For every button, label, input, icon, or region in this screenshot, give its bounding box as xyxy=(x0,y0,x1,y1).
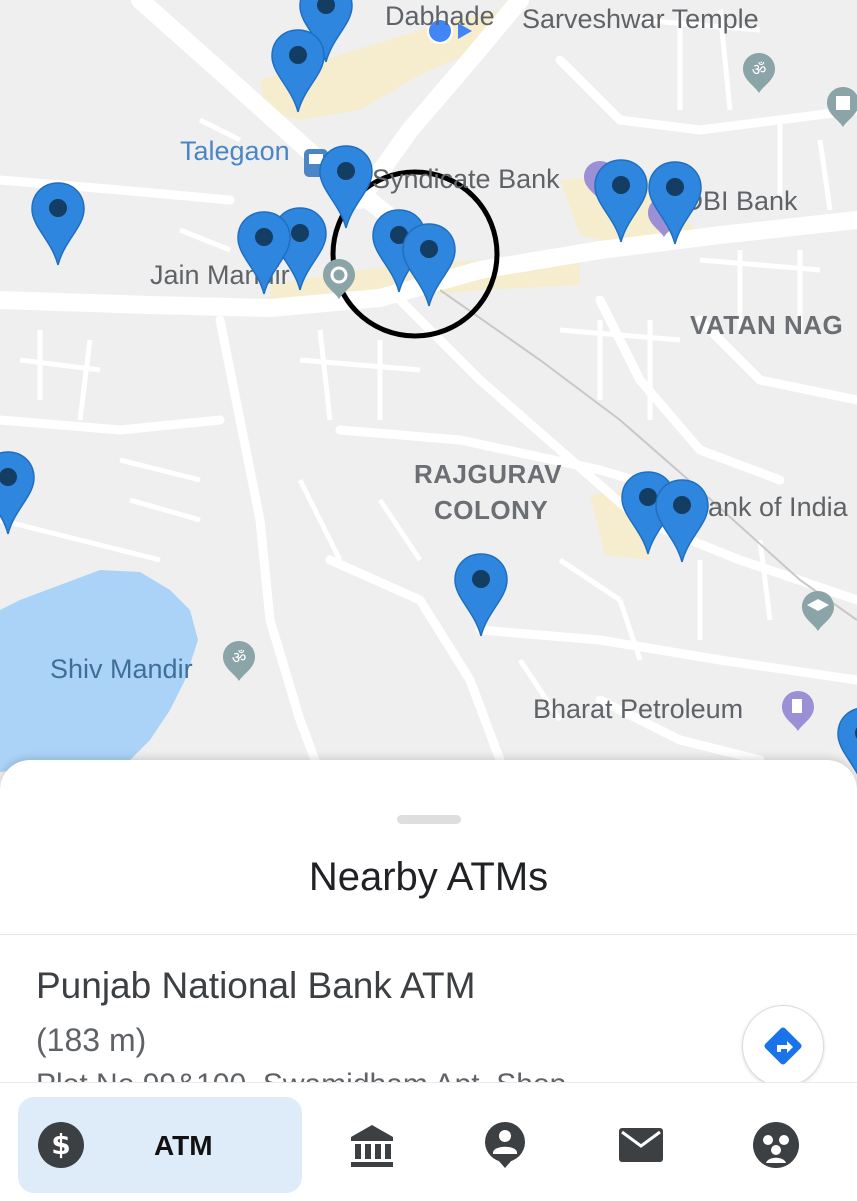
tab-atm[interactable]: $ ATM xyxy=(18,1097,302,1193)
temple-poi-icon-2[interactable]: ॐ xyxy=(222,640,256,682)
map-label-sarveshwar-temple[interactable]: Sarveshwar Temple xyxy=(522,6,759,33)
map-label-colony: COLONY xyxy=(434,495,549,525)
map-label-shiv-mandir[interactable]: Shiv Mandir xyxy=(50,656,193,683)
tab-atm-label: ATM xyxy=(154,1130,213,1161)
tab-community[interactable] xyxy=(734,1097,818,1193)
sheet-title: Nearby ATMs xyxy=(308,855,549,899)
atm-address: Plot No 99&100, Swamidham Apt, Shop xyxy=(36,1068,566,1082)
atm-marker[interactable] xyxy=(236,210,292,296)
svg-text:$: $ xyxy=(51,1128,70,1161)
directions-button[interactable] xyxy=(742,1005,824,1087)
map-label-dabhade: Dabhade xyxy=(385,1,495,31)
map-label-rajgurav: RAJGURAV xyxy=(414,459,562,489)
map-label-talegaon[interactable]: Talegaon xyxy=(180,138,290,165)
tab-profile[interactable] xyxy=(463,1097,547,1193)
map-label-bharat-petroleum[interactable]: Bharat Petroleum xyxy=(533,696,743,723)
tab-mail[interactable] xyxy=(599,1097,683,1193)
atm-marker[interactable] xyxy=(593,158,649,244)
directions-icon xyxy=(764,1027,802,1065)
dollar-icon: $ xyxy=(38,1122,84,1168)
map-label-bank-of-india[interactable]: Bank of India xyxy=(690,494,848,521)
temple-poi-icon[interactable]: ॐ xyxy=(742,52,776,94)
community-icon xyxy=(753,1122,799,1168)
atm-marker[interactable] xyxy=(0,450,36,536)
bank-icon xyxy=(351,1125,393,1167)
gas-station-poi-icon[interactable] xyxy=(781,690,815,732)
map-label-syndicate-bank[interactable]: Syndicate Bank xyxy=(372,166,560,193)
school-poi-icon[interactable] xyxy=(801,590,835,632)
atm-marker[interactable] xyxy=(30,181,86,267)
divider xyxy=(0,934,857,935)
atm-name[interactable]: Punjab National Bank ATM xyxy=(36,965,475,1007)
svg-text:ॐ: ॐ xyxy=(232,648,247,667)
library-poi-icon[interactable] xyxy=(826,86,857,128)
bottom-navigation: $ ATM xyxy=(0,1082,857,1201)
mail-icon xyxy=(619,1128,663,1162)
atm-marker[interactable] xyxy=(647,160,703,246)
atm-distance: (183 m) xyxy=(36,1022,147,1058)
atm-marker[interactable] xyxy=(270,28,326,114)
map-label-vatan-nagar: VATAN NAG xyxy=(690,310,844,340)
map-view[interactable]: Dabhade Sarveshwar Temple Talegaon Syndi… xyxy=(0,0,857,800)
atm-marker[interactable] xyxy=(654,478,710,564)
atm-marker[interactable] xyxy=(453,552,509,638)
drag-handle[interactable] xyxy=(397,815,461,824)
tab-bank[interactable] xyxy=(330,1097,414,1193)
atm-marker-selected[interactable] xyxy=(401,222,457,308)
svg-text:ॐ: ॐ xyxy=(752,60,767,79)
person-pin-icon xyxy=(485,1122,525,1168)
